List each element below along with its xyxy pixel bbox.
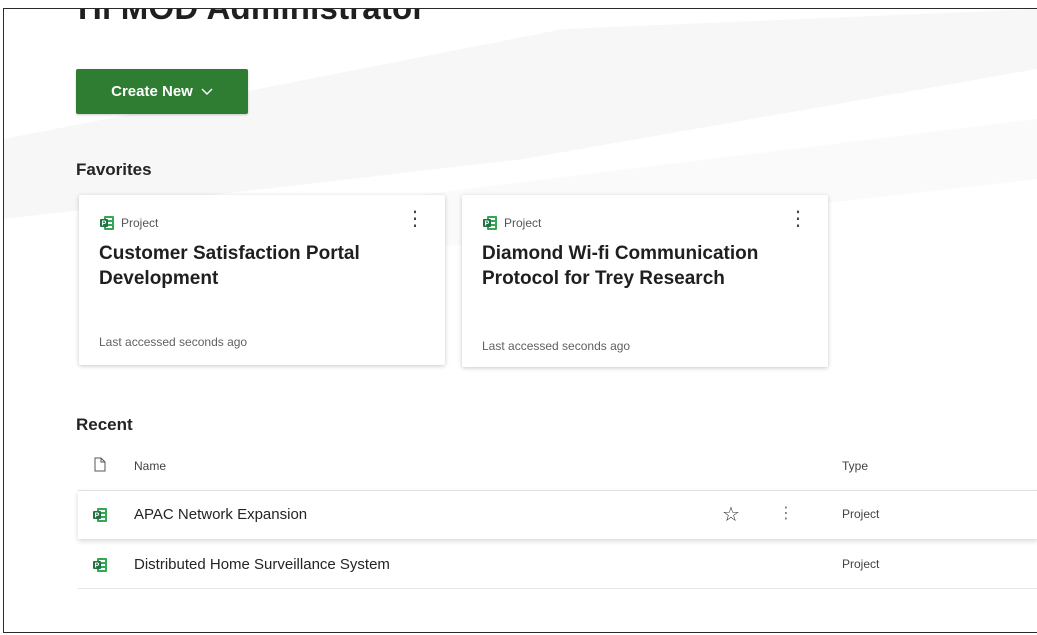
more-options-icon[interactable]: ⋮ — [778, 503, 794, 523]
recent-table-header: Name Type — [78, 451, 1037, 491]
card-type-label: Project — [504, 216, 542, 230]
more-options-icon[interactable]: ⋮ — [788, 209, 808, 229]
file-icon — [94, 457, 106, 475]
page-title: Hi MOD Administrator — [78, 9, 425, 27]
card-type-label: Project — [121, 216, 159, 230]
svg-text:P: P — [485, 221, 490, 228]
row-name[interactable]: APAC Network Expansion — [134, 506, 307, 523]
star-icon[interactable]: ☆ — [722, 502, 740, 527]
row-type: Project — [842, 557, 880, 571]
column-header-name[interactable]: Name — [134, 459, 166, 473]
card-last-accessed: Last accessed seconds ago — [99, 335, 248, 349]
favorite-card[interactable]: P Project ⋮ Customer Satisfaction Portal… — [79, 195, 445, 365]
more-options-icon[interactable]: ⋮ — [405, 209, 425, 229]
create-new-label: Create New — [111, 83, 193, 100]
table-row[interactable]: P APAC Network Expansion ☆ ⋮ Project — [78, 491, 1037, 539]
row-name[interactable]: Distributed Home Surveillance System — [134, 556, 390, 573]
project-icon: P — [99, 215, 115, 231]
favorites-heading: Favorites — [76, 160, 152, 179]
card-type: P Project — [99, 215, 158, 231]
card-title[interactable]: Customer Satisfaction Portal Development — [99, 241, 399, 291]
recent-heading: Recent — [76, 415, 133, 434]
column-header-type[interactable]: Type — [842, 459, 868, 473]
project-icon: P — [482, 215, 498, 231]
card-title[interactable]: Diamond Wi-fi Communication Protocol for… — [482, 241, 772, 291]
chevron-down-icon — [201, 84, 213, 99]
svg-text:P: P — [102, 221, 107, 228]
project-icon: P — [92, 507, 108, 527]
favorite-card[interactable]: P Project ⋮ Diamond Wi-fi Communication … — [462, 195, 828, 367]
table-row[interactable]: P Distributed Home Surveillance System P… — [78, 541, 1037, 589]
project-icon: P — [92, 557, 108, 577]
row-type: Project — [842, 507, 880, 521]
card-last-accessed: Last accessed seconds ago — [482, 339, 631, 353]
svg-text:P: P — [95, 513, 100, 520]
app-frame: Hi MOD Administrator Create New Favorite… — [3, 8, 1037, 633]
card-type: P Project — [482, 215, 541, 231]
svg-text:P: P — [95, 563, 100, 570]
create-new-button[interactable]: Create New — [76, 69, 248, 114]
